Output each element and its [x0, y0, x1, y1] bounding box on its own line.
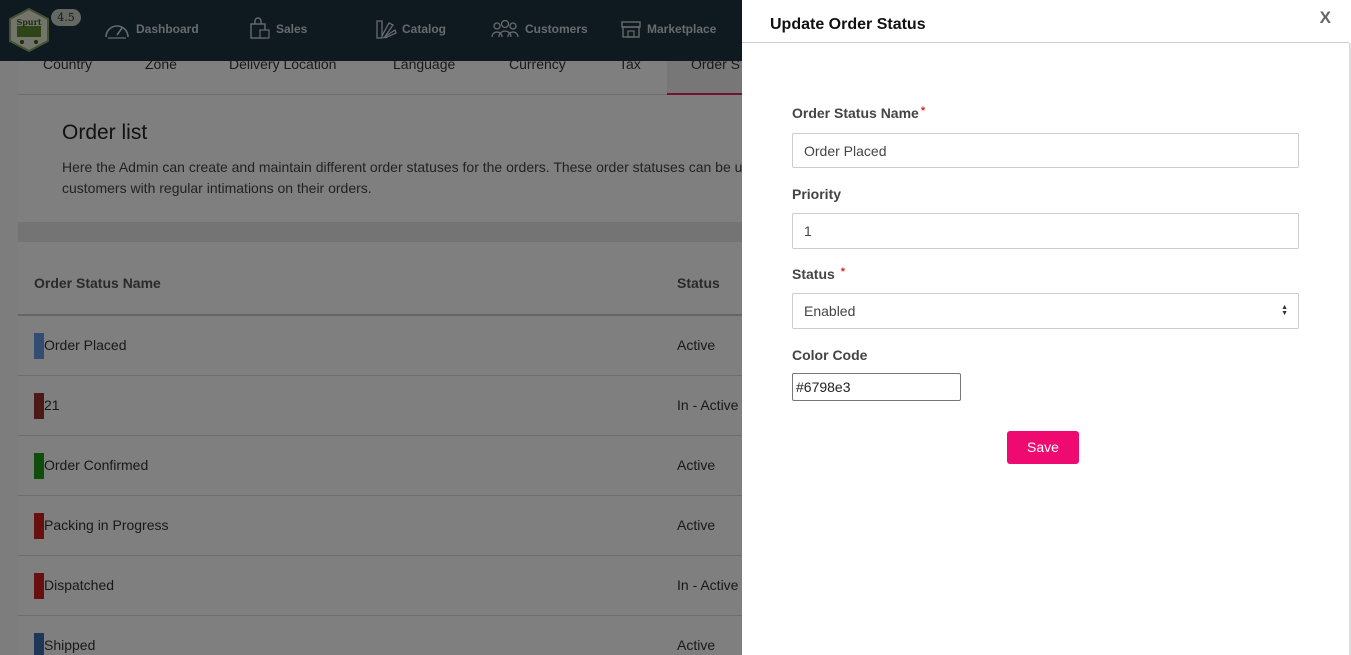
status-label-text: Status: [792, 266, 835, 282]
required-mark: *: [920, 105, 926, 117]
panel-title: Update Order Status: [770, 16, 926, 33]
status-select-value: Enabled: [804, 303, 856, 319]
priority-input[interactable]: 1: [792, 213, 1299, 249]
order-status-name-label: Order Status Name *: [792, 105, 925, 121]
select-arrows-icon: ▲ ▼: [1281, 304, 1288, 317]
close-button[interactable]: X: [1320, 8, 1331, 28]
status-select[interactable]: Enabled ▲ ▼: [792, 293, 1299, 329]
order-status-name-input[interactable]: Order Placed: [792, 133, 1299, 168]
modal-backdrop[interactable]: [0, 0, 742, 655]
priority-label: Priority: [792, 186, 842, 202]
update-order-status-panel: Update Order Status X Order Status Name *…: [742, 0, 1351, 655]
panel-header: Update Order Status X: [742, 0, 1349, 43]
color-code-label: Color Code: [792, 347, 868, 363]
status-label: Status *: [792, 266, 845, 282]
required-mark: *: [840, 266, 845, 278]
save-button[interactable]: Save: [1007, 431, 1079, 464]
color-code-input[interactable]: #6798e3: [792, 373, 961, 401]
order-status-name-label-text: Order Status Name: [792, 105, 919, 121]
